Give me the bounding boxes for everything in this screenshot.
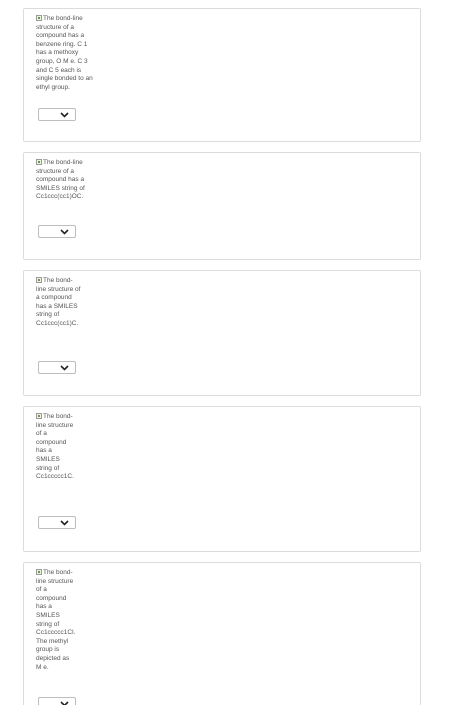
structure-image-1: The bond-line structure of a compound ha… — [36, 15, 94, 92]
question-card-5: The bond-line structure of a compound ha… — [23, 562, 421, 705]
broken-image-icon — [36, 569, 42, 575]
structure-alt-text-3: The bond-line structure of a compound ha… — [36, 277, 81, 327]
broken-image-icon — [36, 413, 42, 419]
structure-alt-text-2: The bond-line structure of a compound ha… — [36, 159, 85, 201]
broken-image-icon — [36, 159, 42, 165]
chevron-down-icon — [60, 365, 69, 371]
structure-alt-text-4: The bond-line structure of a compound ha… — [36, 413, 74, 481]
answer-dropdown-3[interactable] — [38, 361, 76, 374]
question-card-1: The bond-line structure of a compound ha… — [23, 8, 421, 142]
structure-image-2: The bond-line structure of a compound ha… — [36, 159, 100, 202]
answer-dropdown-2[interactable] — [38, 225, 76, 238]
structure-alt-text-1: The bond-line structure of a compound ha… — [36, 15, 93, 91]
structure-alt-text-5: The bond-line structure of a compound ha… — [36, 569, 76, 671]
chevron-down-icon — [60, 520, 69, 526]
broken-image-icon — [36, 15, 42, 21]
page: The bond-line structure of a compound ha… — [0, 0, 467, 705]
answer-dropdown-4[interactable] — [38, 516, 76, 529]
question-card-4: The bond-line structure of a compound ha… — [23, 406, 421, 552]
question-card-3: The bond-line structure of a compound ha… — [23, 270, 421, 396]
answer-dropdown-1[interactable] — [38, 108, 76, 121]
structure-image-3: The bond-line structure of a compound ha… — [36, 277, 82, 329]
chevron-down-icon — [60, 229, 69, 235]
question-card-2: The bond-line structure of a compound ha… — [23, 152, 421, 260]
structure-image-5: The bond-line structure of a compound ha… — [36, 569, 76, 672]
chevron-down-icon — [60, 701, 69, 705]
answer-dropdown-5[interactable] — [38, 697, 76, 705]
structure-image-4: The bond-line structure of a compound ha… — [36, 413, 74, 482]
chevron-down-icon — [60, 112, 69, 118]
broken-image-icon — [36, 277, 42, 283]
